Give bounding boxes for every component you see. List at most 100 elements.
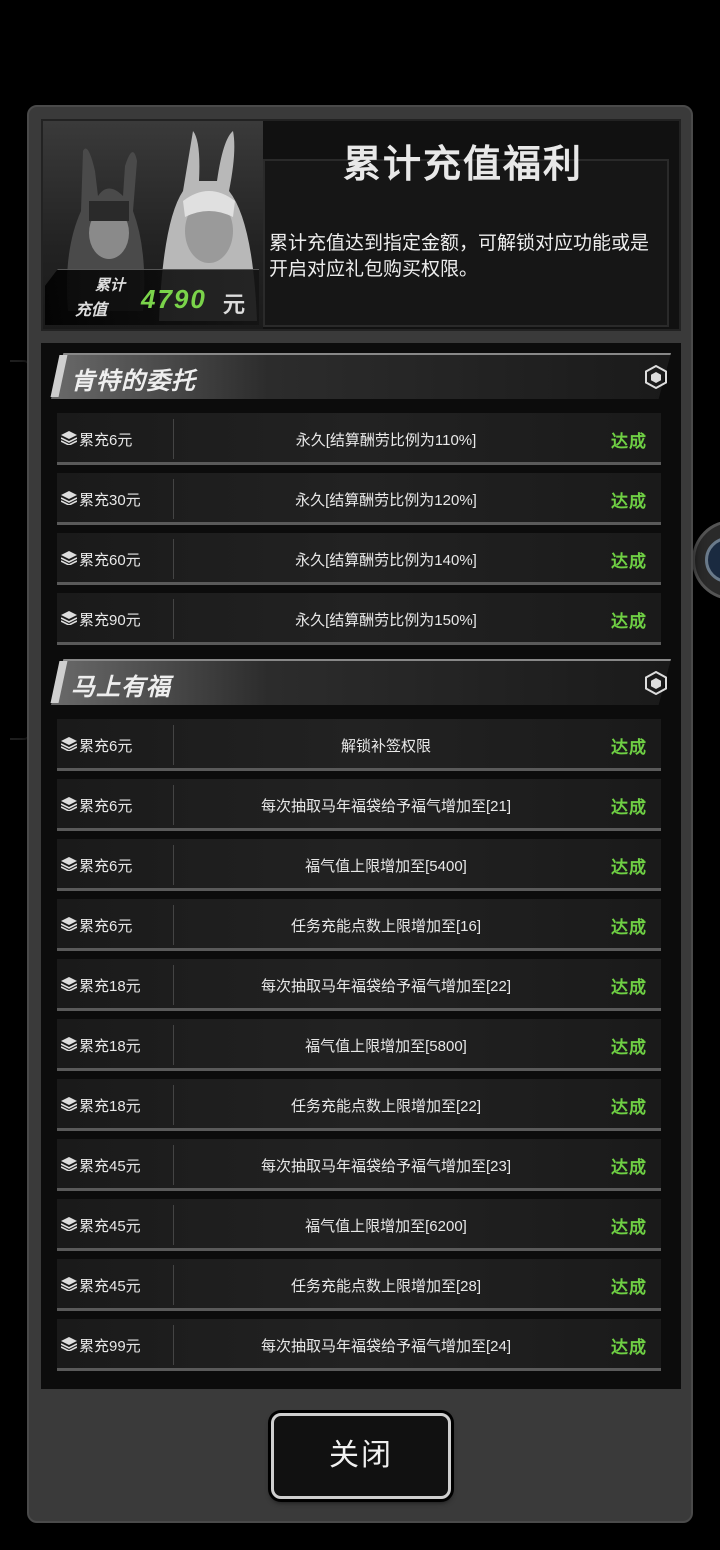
hexagon-icon[interactable]: [645, 364, 667, 390]
row-status: 达成: [611, 1338, 647, 1357]
row-condition: 累充99元: [79, 1338, 141, 1355]
row-reward: 任务充能点数上限增加至[16]: [290, 918, 482, 935]
row-reward: 每次抽取马年福袋给予福气增加至[23]: [260, 1158, 512, 1175]
badge-label-top: 累计: [95, 277, 126, 294]
floating-menu-icon: [705, 537, 720, 583]
row-reward: 福气值上限增加至[5800]: [305, 1038, 467, 1055]
row-condition: 累充18元: [79, 1098, 141, 1115]
recharge-total-badge: 累计 充值 4790 元: [45, 269, 259, 325]
reward-row: 累充6元 解锁补签权限 达成: [41, 715, 681, 775]
row-status: 达成: [611, 1278, 647, 1297]
page-description: 累计充值达到指定金额，可解锁对应功能或是开启对应礼包购买权限。: [269, 233, 650, 280]
stack-icon: [60, 1157, 78, 1172]
section-title: 马上有福: [71, 674, 171, 701]
reward-row: 累充6元 每次抽取马年福袋给予福气增加至[21] 达成: [41, 775, 681, 835]
row-reward: 永久[结算酬劳比例为120%]: [295, 492, 477, 509]
row-status: 达成: [611, 1038, 647, 1057]
hexagon-icon[interactable]: [645, 670, 667, 696]
stack-icon: [60, 917, 78, 932]
row-divider: [173, 419, 174, 459]
row-condition: 累充30元: [79, 492, 141, 509]
row-reward: 福气值上限增加至[5400]: [305, 858, 467, 875]
row-reward: 永久[结算酬劳比例为140%]: [295, 552, 477, 569]
row-condition: 累充18元: [79, 978, 141, 995]
close-button[interactable]: 关闭: [271, 1413, 451, 1499]
close-button-label: 关闭: [329, 1439, 393, 1472]
recharge-benefits-dialog: 累计 充值 4790 元 累计充值福利 累计充值达到指定金额，可解锁对应功能或是…: [27, 105, 693, 1523]
reward-row: 累充90元 永久[结算酬劳比例为150%] 达成: [41, 589, 681, 649]
row-status: 达成: [611, 612, 647, 631]
stack-icon: [60, 551, 78, 566]
row-status: 达成: [611, 1158, 647, 1177]
row-reward: 永久[结算酬劳比例为150%]: [295, 612, 477, 629]
stack-icon: [60, 737, 78, 752]
row-condition: 累充45元: [79, 1218, 141, 1235]
row-divider: [173, 1025, 174, 1065]
reward-row: 累充45元 福气值上限增加至[6200] 达成: [41, 1195, 681, 1255]
row-divider: [173, 785, 174, 825]
reward-row: 累充45元 每次抽取马年福袋给予福气增加至[23] 达成: [41, 1135, 681, 1195]
row-condition: 累充6元: [79, 918, 133, 935]
stack-icon: [60, 797, 78, 812]
row-divider: [173, 479, 174, 519]
section-header: 马上有福: [41, 655, 681, 715]
stack-icon: [60, 1277, 78, 1292]
character-portrait: 累计 充值 4790 元: [43, 121, 263, 329]
reward-row: 累充6元 福气值上限增加至[5400] 达成: [41, 835, 681, 895]
page-title: 累计充值福利: [342, 142, 583, 186]
reward-row: 累充18元 福气值上限增加至[5800] 达成: [41, 1015, 681, 1075]
reward-row: 累充6元 任务充能点数上限增加至[16] 达成: [41, 895, 681, 955]
row-divider: [173, 1145, 174, 1185]
stack-icon: [60, 611, 78, 626]
row-condition: 累充45元: [79, 1158, 141, 1175]
row-divider: [173, 725, 174, 765]
row-status: 达成: [611, 1098, 647, 1117]
badge-label-bottom: 充值: [75, 302, 108, 319]
reward-row: 累充30元 永久[结算酬劳比例为120%] 达成: [41, 469, 681, 529]
row-reward: 每次抽取马年福袋给予福气增加至[24]: [260, 1338, 512, 1355]
row-divider: [173, 1205, 174, 1245]
stack-icon: [60, 1037, 78, 1052]
stack-icon: [60, 491, 78, 506]
rewards-list-content: 肯特的委托 累充6元 永久[结算酬劳比例为110%] 达成 累充30元 永久[结算酬劳比例…: [41, 343, 681, 1375]
row-divider: [173, 539, 174, 579]
rewards-list[interactable]: 肯特的委托 累充6元 永久[结算酬劳比例为110%] 达成 累充30元 永久[结算酬劳比例…: [41, 343, 681, 1389]
row-divider: [173, 845, 174, 885]
row-reward: 永久[结算酬劳比例为110%]: [295, 432, 477, 449]
row-status: 达成: [611, 918, 647, 937]
section-header: 肯特的委托: [41, 349, 681, 409]
row-status: 达成: [611, 978, 647, 997]
row-divider: [173, 905, 174, 945]
reward-row: 累充60元 永久[结算酬劳比例为140%] 达成: [41, 529, 681, 589]
row-status: 达成: [611, 858, 647, 877]
stack-icon: [60, 1097, 78, 1112]
stack-icon: [60, 431, 78, 446]
row-divider: [173, 1085, 174, 1125]
row-condition: 累充45元: [79, 1278, 141, 1295]
reward-row: 累充99元 每次抽取马年福袋给予福气增加至[24] 达成: [41, 1315, 681, 1375]
row-condition: 累充60元: [79, 552, 141, 569]
row-condition: 累充6元: [79, 798, 133, 815]
row-reward: 每次抽取马年福袋给予福气增加至[21]: [260, 798, 512, 815]
header-panel: 累计 充值 4790 元 累计充值福利 累计充值达到指定金额，可解锁对应功能或是…: [41, 119, 681, 331]
side-floating-button[interactable]: [692, 520, 720, 600]
row-condition: 累充6元: [79, 858, 133, 875]
row-reward: 福气值上限增加至[6200]: [305, 1218, 467, 1235]
row-divider: [173, 1325, 174, 1365]
row-reward: 每次抽取马年福袋给予福气增加至[22]: [260, 978, 512, 995]
reward-row: 累充45元 任务充能点数上限增加至[28] 达成: [41, 1255, 681, 1315]
row-condition: 累充6元: [79, 738, 133, 755]
row-reward: 任务充能点数上限增加至[28]: [290, 1278, 482, 1295]
row-status: 达成: [611, 1218, 647, 1237]
stack-icon: [60, 977, 78, 992]
row-divider: [173, 1265, 174, 1305]
recharge-unit: 元: [223, 292, 246, 317]
row-status: 达成: [611, 798, 647, 817]
stack-icon: [60, 1337, 78, 1352]
reward-row: 累充18元 任务充能点数上限增加至[22] 达成: [41, 1075, 681, 1135]
recharge-amount: 4790: [141, 284, 207, 314]
row-status: 达成: [611, 432, 647, 451]
row-status: 达成: [611, 738, 647, 757]
reward-row: 累充18元 每次抽取马年福袋给予福气增加至[22] 达成: [41, 955, 681, 1015]
row-reward: 解锁补签权限: [340, 738, 431, 755]
